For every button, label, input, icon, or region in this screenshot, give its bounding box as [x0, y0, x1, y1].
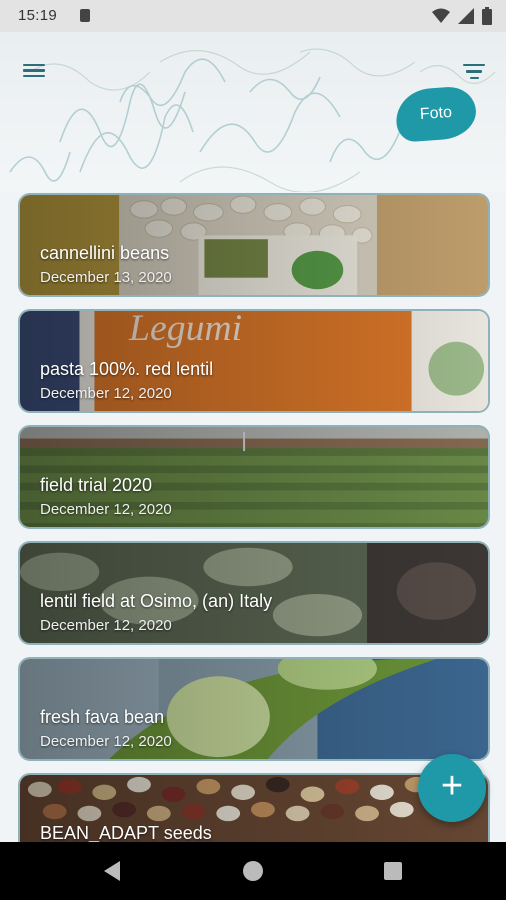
menu-icon-line: [23, 69, 45, 72]
entry-date: December 13, 2020: [40, 269, 172, 286]
system-navigation-bar: [0, 842, 506, 900]
recent-apps-icon[interactable]: [384, 862, 402, 880]
entry-card[interactable]: lentil field at Osimo, (an) Italy Decemb…: [18, 541, 490, 645]
entry-card[interactable]: Legumi pasta 100%. red lentil December 1…: [18, 309, 490, 413]
entry-title: cannellini beans: [40, 243, 170, 263]
filter-icon-line: [469, 76, 479, 80]
entry-card[interactable]: cannellini beans December 13, 2020: [18, 193, 490, 297]
entry-date: December 12, 2020: [40, 733, 172, 750]
entry-title: field trial 2020: [40, 475, 153, 495]
entry-title: lentil field at Osimo, (an) Italy: [40, 591, 273, 611]
status-time: 15:19: [18, 7, 58, 24]
entry-card[interactable]: fresh fava bean December 12, 2020: [18, 657, 490, 761]
wifi-icon: [432, 8, 450, 23]
entry-title: pasta 100%. red lentil: [40, 359, 214, 379]
entry-date: December 12, 2020: [40, 385, 172, 402]
menu-icon-line: [23, 74, 45, 78]
entry-title: BEAN_ADAPT seeds: [40, 823, 212, 843]
entry-date: December 12, 2020: [40, 501, 172, 518]
signal-icon: [458, 8, 474, 24]
status-icons: [432, 7, 492, 25]
add-entry-button[interactable]: +: [418, 754, 486, 822]
entry-title: fresh fava bean: [40, 707, 165, 727]
filter-button[interactable]: [460, 60, 488, 86]
filter-icon-line: [463, 64, 485, 67]
back-icon[interactable]: [104, 861, 120, 881]
entry-card[interactable]: field trial 2020 December 12, 2020: [18, 425, 490, 529]
menu-button[interactable]: [20, 61, 48, 85]
battery-icon: [482, 7, 492, 25]
sd-card-icon: [80, 9, 90, 22]
entry-date: December 12, 2020: [40, 617, 172, 634]
status-bar: 15:19: [0, 0, 506, 32]
menu-icon-line: [23, 64, 45, 67]
filter-icon-line: [466, 70, 482, 73]
home-icon[interactable]: [243, 861, 263, 881]
